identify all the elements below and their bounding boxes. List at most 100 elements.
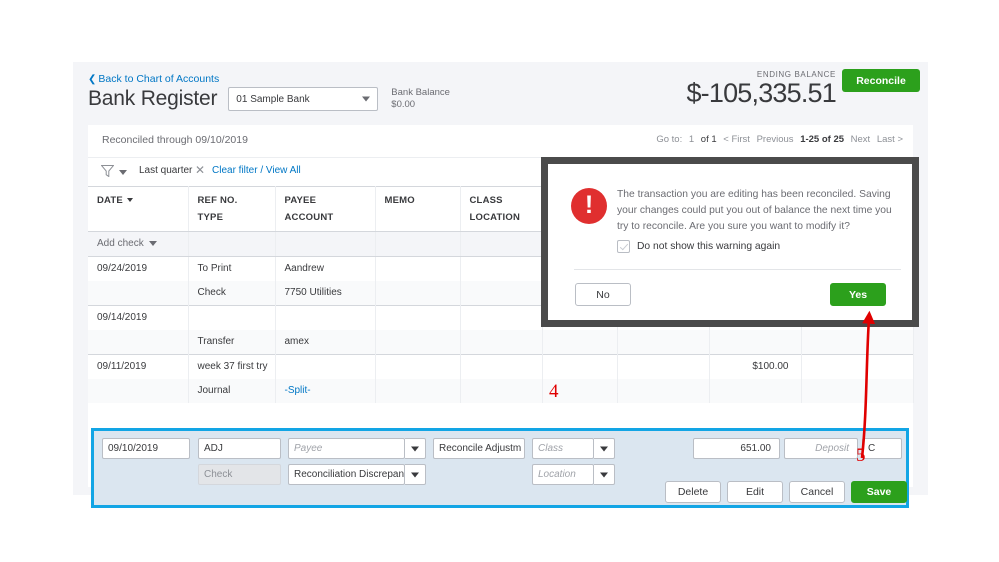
page-header: ❮ Back to Chart of Accounts Bank Register… xyxy=(73,62,928,125)
pager-current-page[interactable]: 1 xyxy=(689,134,694,145)
dialog-no-button[interactable]: No xyxy=(575,283,631,306)
account-select[interactable]: 01 Sample Bank xyxy=(228,87,379,111)
pagination: Go to: 1 of 1 < First Previous 1-25 of 2… xyxy=(652,134,903,145)
cell-ref xyxy=(189,306,275,312)
column-header-class: CLASS LOCATION xyxy=(460,186,543,232)
column-header-ref-no: REF NO. TYPE xyxy=(188,186,276,232)
back-to-chart-of-accounts-link[interactable]: ❮ Back to Chart of Accounts xyxy=(88,73,219,85)
cell-location xyxy=(461,281,542,287)
location-dropdown-button[interactable] xyxy=(594,464,615,485)
pager-first-button[interactable]: < First xyxy=(723,134,750,145)
cell-type: Check xyxy=(197,287,226,298)
class-dropdown-button[interactable] xyxy=(594,438,615,459)
cell-date: 09/11/2019 xyxy=(97,361,147,372)
pager-page-of: of 1 xyxy=(700,134,717,145)
class-input[interactable]: Class xyxy=(532,438,594,459)
date-input[interactable]: 09/10/2019 xyxy=(102,438,190,459)
add-row-blank-4 xyxy=(460,231,543,257)
bank-balance-value: $0.00 xyxy=(391,99,416,110)
cell-blank xyxy=(543,355,617,361)
cell-payment xyxy=(618,330,709,336)
pager-goto-label: Go to: xyxy=(656,134,683,145)
transaction-edit-row: 09/10/2019 ADJ Check Payee Reconciliatio… xyxy=(91,428,909,508)
sort-descending-icon xyxy=(126,198,133,203)
save-button[interactable]: Save xyxy=(851,481,907,503)
column-label-class: CLASS xyxy=(469,195,503,206)
cell-class xyxy=(461,306,542,312)
filter-dropdown-caret-icon[interactable] xyxy=(119,170,127,175)
memo-input[interactable]: Reconcile Adjustm xyxy=(433,438,525,459)
cell-class xyxy=(461,355,542,361)
add-row-blank-1 xyxy=(188,231,276,257)
cell-balance xyxy=(802,379,913,385)
cancel-button[interactable]: Cancel xyxy=(789,481,845,503)
chevron-down-icon xyxy=(148,240,157,246)
bank-balance-label: Bank Balance xyxy=(391,87,450,99)
pager-last-button[interactable]: Last > xyxy=(877,134,903,145)
deposit-amount-input[interactable]: Deposit xyxy=(784,438,858,459)
account-select-value: 01 Sample Bank xyxy=(236,93,310,105)
reconciled-warning-dialog: ! The transaction you are editing has be… xyxy=(541,157,919,327)
cell-deposit: $100.00 xyxy=(752,361,789,372)
column-label-ref-no: REF NO. xyxy=(197,195,238,206)
account-input[interactable]: Reconciliation Discrepanc xyxy=(288,464,405,485)
ending-balance: ENDING BALANCE $-105,335.51 xyxy=(686,70,836,109)
chevron-left-icon: ❮ xyxy=(88,74,97,85)
table-row[interactable]: Journal -Split- xyxy=(88,379,914,403)
filter-funnel-icon[interactable] xyxy=(101,165,114,177)
cell-account: 7750 Utilities xyxy=(284,287,342,298)
cell-memo xyxy=(376,281,460,287)
column-label-date: DATE xyxy=(97,195,123,206)
column-header-payee: PAYEE ACCOUNT xyxy=(275,186,376,232)
pager-next-button[interactable]: Next xyxy=(851,134,871,145)
cell-balance xyxy=(802,330,913,336)
cell-location xyxy=(461,379,542,385)
payment-amount-input[interactable]: 651.00 xyxy=(693,438,780,459)
table-row[interactable]: Transfer amex xyxy=(88,330,914,355)
cell-ref: week 37 first try xyxy=(197,361,268,372)
payee-dropdown-button[interactable] xyxy=(405,438,426,459)
add-check-cell[interactable]: Add check xyxy=(88,231,189,257)
cell-deposit xyxy=(710,379,801,385)
cell-date xyxy=(88,281,188,287)
cell-blank xyxy=(543,330,617,336)
pager-previous-button[interactable]: Previous xyxy=(757,134,794,145)
reconcile-button[interactable]: Reconcile xyxy=(842,69,920,92)
ref-no-input[interactable]: ADJ xyxy=(198,438,281,459)
account-dropdown-button[interactable] xyxy=(405,464,426,485)
cell-deposit xyxy=(710,330,801,336)
dialog-body: ! The transaction you are editing has be… xyxy=(548,164,912,320)
filter-chip-label: Last quarter xyxy=(139,165,193,176)
cell-account: amex xyxy=(284,336,309,347)
add-row-blank-2 xyxy=(275,231,376,257)
cell-account-split-link[interactable]: -Split- xyxy=(276,379,375,396)
cell-ref: To Print xyxy=(197,263,232,274)
edit-button[interactable]: Edit xyxy=(727,481,783,503)
cell-memo xyxy=(376,306,460,312)
column-label-payee: PAYEE xyxy=(284,195,317,206)
cell-memo xyxy=(376,257,460,263)
clear-filter-link[interactable]: Clear filter / View All xyxy=(212,165,301,176)
close-x-icon[interactable]: ✕ xyxy=(195,164,205,176)
location-input[interactable]: Location xyxy=(532,464,594,485)
delete-button[interactable]: Delete xyxy=(665,481,721,503)
cell-type: Transfer xyxy=(197,336,235,347)
reconcile-status-field[interactable]: C xyxy=(862,438,902,459)
cell-date: 09/24/2019 xyxy=(97,263,148,274)
register-topbar: Reconciled through 09/10/2019 Go to: 1 o… xyxy=(88,125,913,157)
table-row[interactable]: 09/11/2019 week 37 first try $100.00 xyxy=(88,354,914,379)
do-not-show-again-row[interactable]: Do not show this warning again xyxy=(617,240,780,253)
payee-input[interactable]: Payee xyxy=(288,438,405,459)
bank-balance: Bank Balance $0.00 xyxy=(391,87,450,111)
cell-memo xyxy=(376,330,460,336)
column-header-date[interactable]: DATE xyxy=(88,186,189,232)
column-header-memo: MEMO xyxy=(375,186,461,232)
add-row-blank-3 xyxy=(375,231,461,257)
chevron-down-icon xyxy=(362,96,371,102)
ending-balance-value: $-105,335.51 xyxy=(686,78,836,108)
do-not-show-again-checkbox[interactable] xyxy=(617,240,630,253)
title-row: Bank Register 01 Sample Bank Bank Balanc… xyxy=(88,87,450,111)
dialog-divider xyxy=(574,269,901,270)
screenshot-root: ❮ Back to Chart of Accounts Bank Register… xyxy=(0,0,999,562)
dialog-yes-button[interactable]: Yes xyxy=(830,283,886,306)
